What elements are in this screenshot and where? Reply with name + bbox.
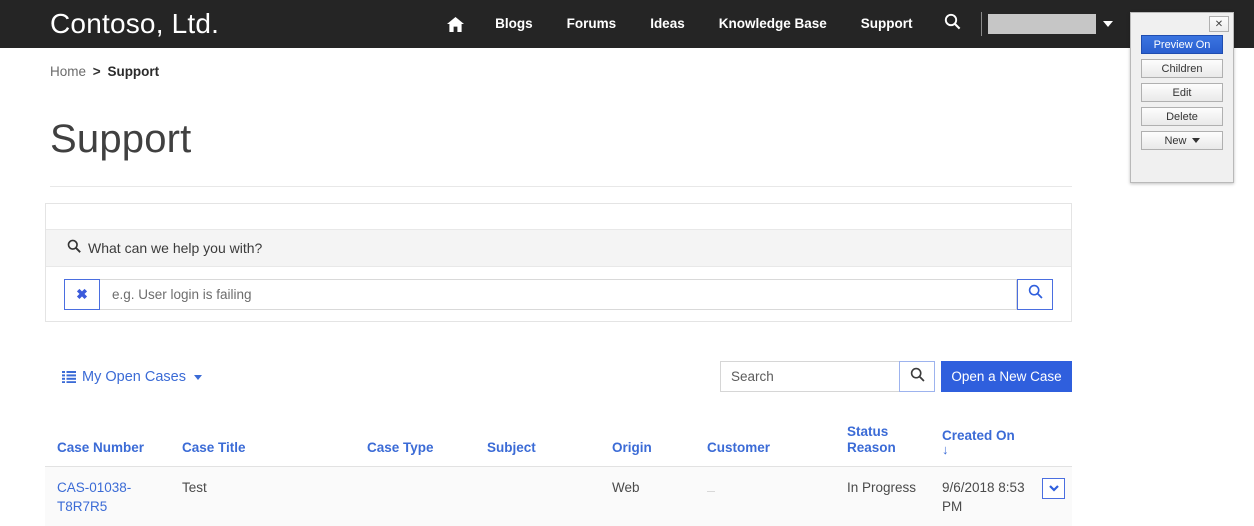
help-search-panel: What can we help you with? ✖ <box>45 203 1072 322</box>
column-header-subject[interactable]: Subject <box>475 415 600 467</box>
delete-button[interactable]: Delete <box>1141 107 1223 126</box>
preview-on-button[interactable]: Preview On <box>1141 35 1223 54</box>
site-brand[interactable]: Contoso, Ltd. <box>50 8 219 40</box>
grid-search <box>720 361 935 392</box>
children-button[interactable]: Children <box>1141 59 1223 78</box>
cms-edit-toolbar: ✕ Preview On Children Edit Delete New <box>1130 12 1234 183</box>
nav-item-support[interactable]: Support <box>844 0 930 48</box>
clear-search-button[interactable]: ✖ <box>64 278 100 310</box>
row-actions-dropdown-button[interactable] <box>1042 478 1065 499</box>
search-icon <box>910 367 925 387</box>
chevron-down-icon <box>193 374 202 380</box>
column-header-origin[interactable]: Origin <box>600 415 695 467</box>
grid-search-input[interactable] <box>720 361 900 392</box>
table-row[interactable]: CAS-01038-T8R7R5 Test Web In Progress 9/… <box>45 466 1072 526</box>
help-search-input[interactable] <box>100 278 1017 310</box>
cell-created-on: 9/6/2018 8:53 PM <box>930 466 1030 526</box>
nav-search-button[interactable] <box>930 13 975 35</box>
search-icon <box>1028 284 1043 304</box>
column-header-created-on-label: Created On <box>942 428 1015 443</box>
column-header-actions <box>1030 415 1072 467</box>
cell-case-type <box>355 466 475 526</box>
nav-divider <box>980 12 982 36</box>
case-number-link[interactable]: CAS-01038-T8R7R5 <box>57 480 131 514</box>
cell-subject <box>475 466 600 526</box>
home-icon <box>447 16 465 32</box>
cms-toolbar-header: ✕ <box>1131 13 1233 35</box>
nav-item-knowledge-base[interactable]: Knowledge Base <box>702 0 844 48</box>
column-header-customer[interactable]: Customer <box>695 415 835 467</box>
view-selector-label: My Open Cases <box>82 369 186 385</box>
cell-status-reason: In Progress <box>835 466 930 526</box>
chevron-down-icon <box>1102 21 1113 27</box>
chevron-down-icon <box>1048 485 1059 492</box>
open-new-case-button[interactable]: Open a New Case <box>941 361 1072 392</box>
cell-origin: Web <box>600 466 695 526</box>
breadcrumb-separator: > <box>92 64 101 79</box>
new-button-label: New <box>1164 134 1187 147</box>
nav-item-ideas[interactable]: Ideas <box>633 0 702 48</box>
nav-item-forums[interactable]: Forums <box>550 0 634 48</box>
edit-button[interactable]: Edit <box>1141 83 1223 102</box>
new-button[interactable]: New <box>1141 131 1223 150</box>
breadcrumb: Home > Support <box>50 64 159 79</box>
cell-customer <box>695 466 835 526</box>
title-divider <box>50 186 1072 187</box>
column-header-case-title[interactable]: Case Title <box>170 415 355 467</box>
cell-case-title: Test <box>170 466 355 526</box>
help-panel-header: What can we help you with? <box>46 230 1071 267</box>
help-panel-top-strip <box>46 204 1071 230</box>
grid-search-button[interactable] <box>899 361 935 392</box>
help-panel-body: ✖ <box>46 267 1071 321</box>
primary-nav: Blogs Forums Ideas Knowledge Base Suppor… <box>433 0 1118 48</box>
nav-item-blogs[interactable]: Blogs <box>478 0 550 48</box>
close-icon[interactable]: ✕ <box>1209 16 1229 32</box>
breadcrumb-item-home[interactable]: Home <box>50 64 86 79</box>
cell-case-number: CAS-01038-T8R7R5 <box>45 466 170 526</box>
help-panel-heading: What can we help you with? <box>88 240 263 256</box>
column-header-case-number[interactable]: Case Number <box>45 415 170 467</box>
top-navigation-bar: Contoso, Ltd. Blogs Forums Ideas Knowled… <box>0 0 1254 48</box>
empty-value-mark <box>707 491 715 492</box>
nav-item-home[interactable] <box>433 16 478 32</box>
user-menu[interactable] <box>987 14 1119 34</box>
page-title: Support <box>50 117 192 161</box>
search-icon <box>944 13 961 35</box>
list-icon <box>62 371 76 383</box>
chevron-down-icon <box>1191 138 1200 143</box>
view-selector[interactable]: My Open Cases <box>62 369 202 385</box>
help-search-submit-button[interactable] <box>1017 278 1053 310</box>
cell-actions <box>1030 466 1072 526</box>
cases-table: Case Number Case Title Case Type Subject… <box>45 415 1072 526</box>
column-header-status-reason[interactable]: Status Reason <box>835 415 930 467</box>
user-name-redacted <box>987 14 1096 34</box>
column-header-created-on[interactable]: Created On ↓ <box>930 415 1030 467</box>
breadcrumb-item-current: Support <box>107 64 160 79</box>
search-icon <box>67 239 81 258</box>
column-header-case-type[interactable]: Case Type <box>355 415 475 467</box>
sort-descending-icon: ↓ <box>942 442 949 457</box>
cms-toolbar-buttons: Preview On Children Edit Delete New <box>1131 35 1233 150</box>
table-header-row: Case Number Case Title Case Type Subject… <box>45 415 1072 467</box>
